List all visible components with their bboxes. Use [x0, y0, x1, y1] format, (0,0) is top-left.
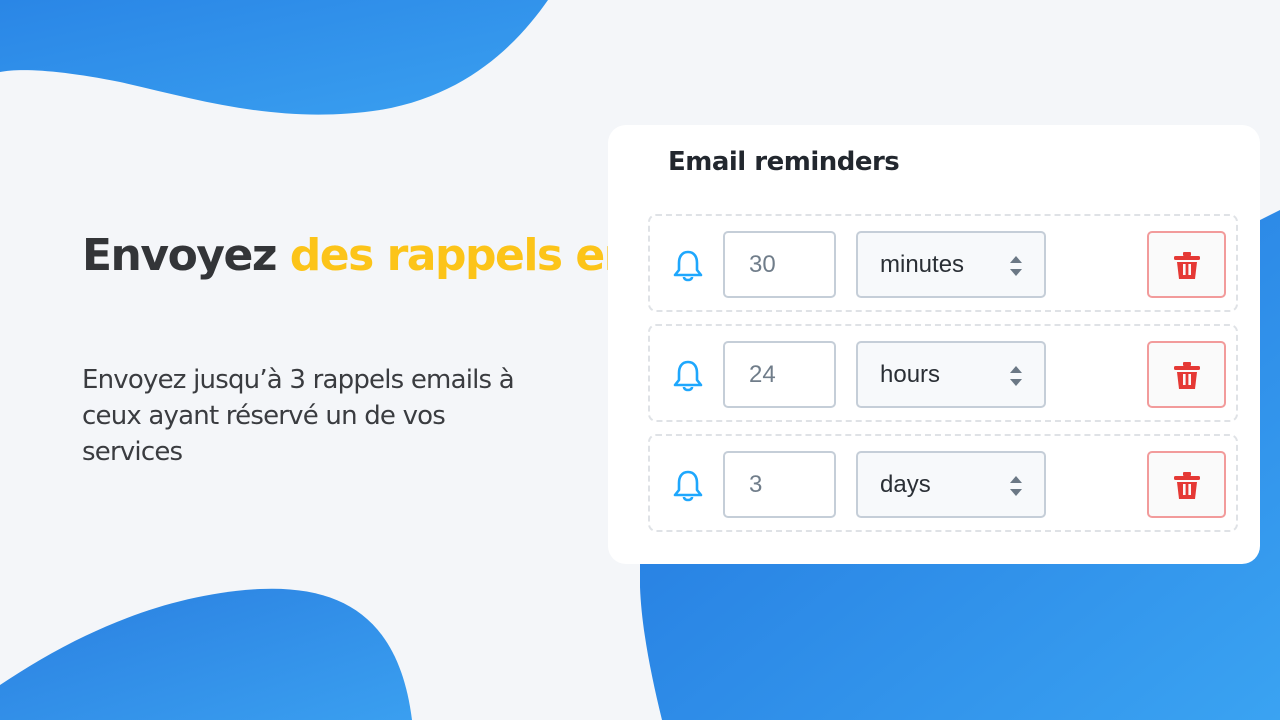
delete-reminder-button[interactable] — [1147, 341, 1226, 408]
hero-subtitle: Envoyez jusqu’à 3 rappels emails à ceux … — [82, 365, 515, 467]
trash-icon — [1174, 252, 1200, 279]
reminder-unit-select[interactable]: hours — [856, 341, 1046, 408]
sort-arrows-icon — [1010, 256, 1022, 276]
delete-reminder-button[interactable] — [1147, 451, 1226, 518]
bell-icon — [673, 470, 703, 502]
reminder-value-input[interactable]: 24 — [723, 341, 836, 408]
bell-icon — [673, 250, 703, 282]
bell-icon — [673, 360, 703, 392]
trash-icon — [1174, 362, 1200, 389]
delete-reminder-button[interactable] — [1147, 231, 1226, 298]
trash-icon — [1174, 472, 1200, 499]
reminder-unit-select[interactable]: days — [856, 451, 1046, 518]
reminder-row: 24 hours — [648, 324, 1238, 422]
email-reminders-card: Email reminders 30 minutes 24 hours 3 da… — [608, 125, 1260, 564]
sort-arrows-icon — [1010, 366, 1022, 386]
reminder-row: 3 days — [648, 434, 1238, 532]
reminder-unit-select[interactable]: minutes — [856, 231, 1046, 298]
unit-label: days — [880, 471, 931, 498]
reminder-row: 30 minutes — [648, 214, 1238, 312]
headline-part1: Envoyez — [82, 230, 290, 281]
card-title: Email reminders — [668, 147, 900, 177]
unit-label: minutes — [880, 251, 965, 278]
blob-bottom-left — [0, 588, 412, 720]
blob-top-left — [0, 0, 548, 115]
unit-label: hours — [880, 361, 941, 388]
reminder-value-input[interactable]: 30 — [723, 231, 836, 298]
sort-arrows-icon — [1010, 476, 1022, 496]
reminder-value-input[interactable]: 3 — [723, 451, 836, 518]
